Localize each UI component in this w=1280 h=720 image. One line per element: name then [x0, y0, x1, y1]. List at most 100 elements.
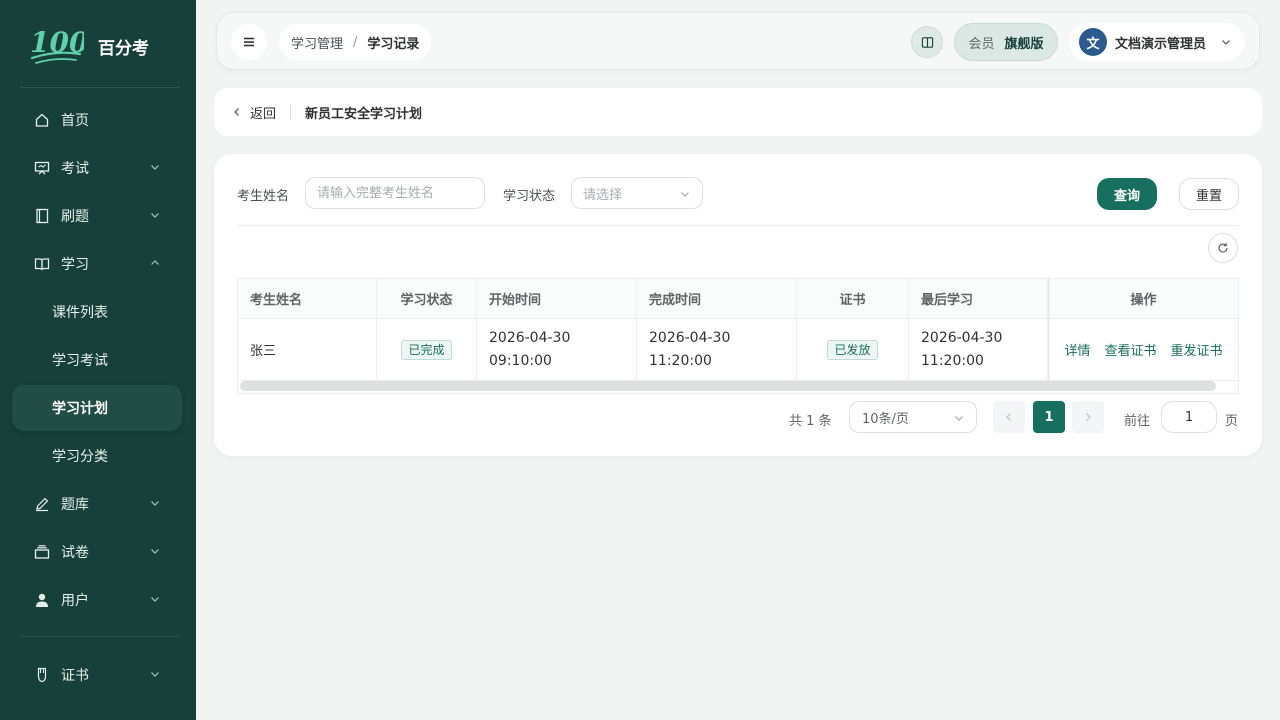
- back-button[interactable]: 返回: [232, 103, 276, 122]
- sidebar-item-label: 刷题: [61, 209, 89, 225]
- chevron-down-icon: [151, 213, 159, 218]
- chevron-down-icon: [681, 192, 689, 197]
- finish-clock: 11:20:00: [649, 352, 712, 369]
- sidebar: 100 百分考 首页 考试 刷题 学习 课件列表 学习考试 学习计划 学习分类 …: [0, 0, 196, 720]
- records-table: 考生姓名 学习状态 开始时间 完成时间 证书 最后学习 操作 张三 已完成 20…: [237, 278, 1239, 394]
- prev-page-button[interactable]: [993, 401, 1025, 433]
- goto-suffix: 页: [1225, 414, 1239, 429]
- sidebar-item-label: 试卷: [61, 545, 89, 561]
- refresh-button[interactable]: [1208, 233, 1238, 263]
- badge-icon: [34, 667, 50, 683]
- sidebar-subitem-study-exam[interactable]: 学习考试: [12, 337, 182, 383]
- reissue-certificate-link[interactable]: 重发证书: [1171, 340, 1223, 359]
- sidebar-subitem-label: 学习分类: [52, 449, 108, 465]
- sidebar-item-home[interactable]: 首页: [12, 98, 182, 142]
- sidebar-item-label: 题库: [61, 497, 89, 513]
- divider: [290, 104, 292, 120]
- next-page-button[interactable]: [1072, 401, 1104, 433]
- horizontal-scrollbar[interactable]: [240, 381, 1216, 391]
- page-header-bar: 返回 新员工安全学习计划: [214, 88, 1262, 136]
- view-certificate-link[interactable]: 查看证书: [1104, 340, 1156, 359]
- back-label: 返回: [250, 106, 277, 122]
- chevron-down-icon: [151, 597, 159, 602]
- cell-student-name: 张三: [238, 319, 377, 381]
- query-button[interactable]: 查询: [1097, 178, 1157, 210]
- top-bar: 学习管理 / 学习记录 会员 旗舰版 文 文档演示管理员: [216, 12, 1260, 70]
- user-name: 文档演示管理员: [1115, 36, 1207, 52]
- detail-link[interactable]: 详情: [1064, 340, 1090, 359]
- breadcrumb-item-study-management[interactable]: 学习管理: [291, 33, 343, 52]
- menu-toggle-button[interactable]: [231, 24, 267, 60]
- refresh-icon: [1218, 243, 1228, 253]
- membership-badge[interactable]: 会员 旗舰版: [954, 23, 1058, 61]
- sidebar-item-label: 证书: [61, 668, 89, 684]
- chevron-down-icon: [151, 672, 159, 677]
- page-number-current[interactable]: 1: [1033, 401, 1065, 433]
- status-select-placeholder: 请选择: [583, 187, 623, 203]
- open-book-icon: [34, 256, 50, 272]
- column-header: 考生姓名: [238, 279, 377, 319]
- sidebar-item-study[interactable]: 学习: [12, 242, 182, 286]
- sidebar-item-question-bank[interactable]: 题库: [12, 482, 182, 526]
- membership-label: 会员: [968, 36, 995, 52]
- docs-button[interactable]: [911, 26, 943, 58]
- cell-last-study: 2026-04-30 11:20:00: [909, 319, 1048, 381]
- sidebar-subitem-study-category[interactable]: 学习分类: [12, 433, 182, 479]
- pagination-total: 共 1 条: [789, 414, 832, 429]
- chevron-down-icon: [955, 416, 963, 421]
- logo-icon: 100: [30, 26, 84, 64]
- start-clock: 09:10:00: [489, 352, 552, 369]
- notebook-icon: [34, 208, 50, 224]
- brand[interactable]: 100 百分考: [28, 24, 149, 68]
- chevron-left-icon: [1006, 413, 1011, 421]
- sidebar-item-label: 用户: [61, 593, 89, 609]
- chevron-left-icon: [234, 108, 239, 116]
- brand-name: 百分考: [98, 38, 149, 59]
- sidebar-item-certificates[interactable]: 证书: [12, 653, 182, 697]
- cell-start-time: 2026-04-30 09:10:00: [477, 319, 637, 381]
- name-filter-label: 考生姓名: [237, 189, 290, 204]
- avatar: 文: [1079, 28, 1107, 56]
- sidebar-subitem-label: 学习考试: [52, 353, 108, 369]
- sidebar-subitem-study-plan[interactable]: 学习计划: [12, 385, 182, 431]
- chevron-down-icon: [1222, 40, 1230, 45]
- sidebar-item-practice[interactable]: 刷题: [12, 194, 182, 238]
- chevron-right-icon: [1086, 413, 1091, 421]
- column-header: 证书: [797, 279, 909, 319]
- cell-study-status: 已完成: [377, 319, 477, 381]
- cell-actions: 详情 查看证书 重发证书: [1048, 319, 1238, 381]
- fixed-column-shadow: [1047, 279, 1051, 381]
- reset-button[interactable]: 重置: [1179, 178, 1239, 210]
- membership-tier: 旗舰版: [1004, 36, 1044, 52]
- column-header: 开始时间: [477, 279, 637, 319]
- start-date: 2026-04-30: [489, 329, 571, 346]
- breadcrumb-item-study-records: 学习记录: [367, 36, 420, 52]
- book-icon: [921, 36, 933, 48]
- last-study-date: 2026-04-30: [921, 329, 1003, 346]
- sidebar-divider: [20, 636, 180, 637]
- records-card: 考生姓名 学习状态 请选择 查询 重置 考生姓名 学习状态 开始时间 完成时间 …: [214, 154, 1262, 456]
- divider: [237, 225, 1239, 226]
- column-header: 最后学习: [909, 279, 1048, 319]
- page-size-select[interactable]: 10条/页: [849, 401, 977, 433]
- goto-page-input[interactable]: [1161, 401, 1217, 433]
- column-header: 完成时间: [637, 279, 797, 319]
- hamburger-icon: [244, 37, 254, 47]
- home-icon: [34, 112, 50, 128]
- sidebar-item-label: 首页: [61, 113, 89, 129]
- page-size-value: 10条/页: [862, 411, 909, 427]
- status-select[interactable]: 请选择: [571, 177, 703, 209]
- status-filter-label: 学习状态: [503, 189, 556, 204]
- breadcrumb: 学习管理 / 学习记录: [279, 24, 432, 60]
- sidebar-item-users[interactable]: 用户: [12, 578, 182, 622]
- pen-icon: [34, 496, 50, 512]
- sidebar-item-exam[interactable]: 考试: [12, 146, 182, 190]
- last-study-clock: 11:20:00: [921, 352, 984, 369]
- presentation-icon: [34, 160, 50, 176]
- column-header: 学习状态: [377, 279, 477, 319]
- name-search-input[interactable]: [305, 177, 485, 209]
- sidebar-item-papers[interactable]: 试卷: [12, 530, 182, 574]
- chevron-up-icon: [151, 260, 159, 265]
- user-menu[interactable]: 文 文档演示管理员: [1069, 23, 1245, 61]
- sidebar-subitem-courseware[interactable]: 课件列表: [12, 289, 182, 335]
